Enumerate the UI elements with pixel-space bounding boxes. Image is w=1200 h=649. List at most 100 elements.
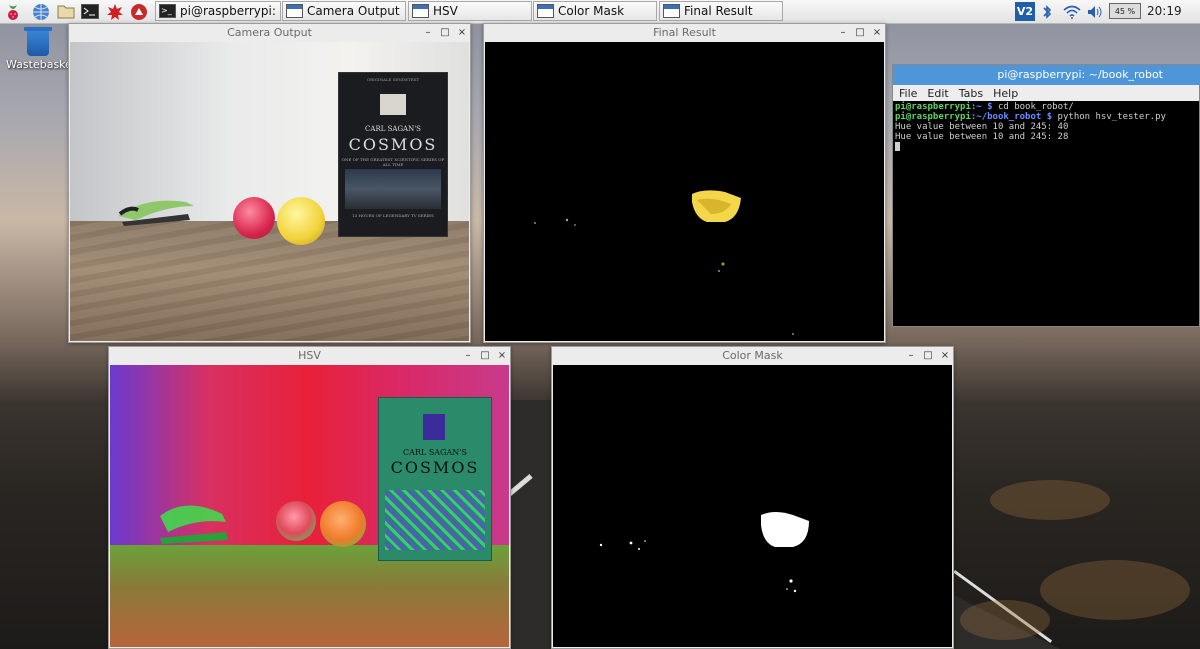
maximize-icon[interactable]: □ — [480, 347, 490, 365]
terminal-cursor-line — [895, 142, 1197, 152]
dvd-portrait — [380, 94, 406, 116]
cosmos-dvd: ORIGINALE SENDETEXT CARL SAGAN'S COSMOS … — [338, 72, 448, 237]
task-terminal[interactable]: >_ pi@raspberrypi: ~/bo... — [155, 1, 281, 21]
raspberry-menu-icon[interactable] — [3, 2, 23, 21]
close-icon[interactable]: × — [940, 347, 950, 365]
color-mask-image — [553, 365, 952, 647]
dvd-top-text: ORIGINALE SENDETEXT — [366, 77, 420, 82]
prompt-path: :~/book_robot $ — [970, 112, 1053, 122]
desktop-grass — [1040, 560, 1190, 620]
window-icon — [286, 4, 303, 18]
task-hsv[interactable]: HSV — [408, 1, 532, 21]
mathematica-icon[interactable] — [105, 2, 125, 21]
window-icon — [537, 4, 554, 18]
task-label: Final Result — [684, 4, 753, 18]
camera-image: ORIGINALE SENDETEXT CARL SAGAN'S COSMOS … — [70, 42, 469, 341]
wifi-icon[interactable] — [1062, 2, 1082, 21]
stapler — [116, 192, 206, 228]
task-label: Color Mask — [558, 4, 625, 18]
output-line: Hue value between 10 and 245: 40 — [895, 122, 1069, 132]
window-titlebar[interactable]: Final Result – □ × — [484, 24, 885, 42]
hsv-stapler — [156, 498, 236, 546]
menu-file[interactable]: File — [899, 87, 917, 100]
hsv-ball-right — [320, 501, 366, 547]
prompt-user: pi@raspberrypi — [895, 112, 971, 122]
dvd-title: COSMOS — [348, 135, 438, 154]
window-controls: – □ × — [463, 347, 507, 365]
hsv-window[interactable]: HSV – □ × CARL SAGAN'S COSMOS — [108, 346, 511, 649]
dvd-subtitle: ONE OF THE GREATEST SCIENTIFIC SERIES OF… — [341, 157, 445, 167]
desktop-wastebasket[interactable]: Wastebasket — [6, 27, 76, 71]
task-final-result[interactable]: Final Result — [659, 1, 783, 21]
desktop-icon-label: Wastebasket — [6, 58, 77, 71]
desktop-grass — [960, 600, 1050, 640]
color-mask-window[interactable]: Color Mask – □ × — [551, 346, 954, 649]
minimize-icon[interactable]: – — [463, 347, 473, 365]
maximize-icon[interactable]: □ — [440, 24, 450, 42]
hsv-dvd-noise — [385, 490, 485, 550]
menu-edit[interactable]: Edit — [927, 87, 948, 100]
camera-output-window[interactable]: Camera Output – □ × ORIGINALE SENDETEXT … — [68, 23, 471, 343]
output-line: Hue value between 10 and 245: 28 — [895, 132, 1069, 142]
terminal-titlebar[interactable]: pi@raspberrypi: ~/book_robot — [893, 65, 1199, 85]
prompt-path: :~ $ — [970, 102, 993, 112]
hsv-image: CARL SAGAN'S COSMOS — [110, 365, 509, 647]
window-title: HSV — [298, 349, 321, 362]
file-manager-icon[interactable] — [56, 2, 76, 21]
maximize-icon[interactable]: □ — [923, 347, 933, 365]
final-result-window[interactable]: Final Result – □ × — [483, 23, 886, 343]
bluetooth-icon[interactable] — [1040, 2, 1054, 21]
terminal-output[interactable]: pi@raspberrypi:~ $ cd book_robot/pi@rasp… — [893, 101, 1199, 326]
window-controls: – □ × — [906, 347, 950, 365]
command-text: python hsv_tester.py — [1052, 112, 1166, 122]
close-icon[interactable]: × — [497, 347, 507, 365]
task-label: pi@raspberrypi: ~/bo... — [180, 4, 280, 18]
volume-icon[interactable] — [1086, 2, 1104, 21]
close-icon[interactable]: × — [872, 24, 882, 42]
terminal-menubar: File Edit Tabs Help — [893, 85, 1199, 101]
window-titlebar[interactable]: Color Mask – □ × — [552, 347, 953, 365]
terminal-icon: >_ — [159, 4, 176, 18]
clock[interactable]: 20:19 — [1147, 4, 1182, 18]
close-icon[interactable]: × — [457, 24, 467, 42]
window-icon — [663, 4, 680, 18]
menu-tabs[interactable]: Tabs — [959, 87, 983, 100]
window-title: pi@raspberrypi: ~/book_robot — [997, 68, 1163, 81]
yellow-ball — [277, 197, 325, 245]
web-browser-icon[interactable] — [31, 2, 51, 21]
minimize-icon[interactable]: – — [906, 347, 916, 365]
task-color-mask[interactable]: Color Mask — [533, 1, 657, 21]
dvd-space-image — [345, 169, 441, 209]
window-controls: – □ × — [838, 24, 882, 42]
dvd-small-title: CARL SAGAN'S — [365, 125, 421, 133]
hsv-dvd-small-title: CARL SAGAN'S — [403, 448, 467, 457]
task-label: Camera Output — [307, 4, 400, 18]
vnc-icon[interactable]: V2 — [1015, 2, 1035, 21]
minimize-icon[interactable]: – — [423, 24, 433, 42]
camera-floor — [70, 221, 469, 341]
terminal-window[interactable]: pi@raspberrypi: ~/book_robot File Edit T… — [892, 64, 1200, 327]
color-mask-blobs — [599, 512, 809, 593]
window-titlebar[interactable]: Camera Output – □ × — [69, 24, 470, 42]
minimize-icon[interactable]: – — [838, 24, 848, 42]
red-ball — [233, 197, 275, 239]
task-label: HSV — [433, 4, 458, 18]
wastebasket-icon — [24, 27, 52, 56]
command-text: cd book_robot/ — [992, 102, 1074, 112]
desktop-grass — [990, 480, 1110, 520]
window-titlebar[interactable]: HSV – □ × — [109, 347, 510, 365]
menu-help[interactable]: Help — [993, 87, 1018, 100]
cpu-usage-indicator: 45 % — [1109, 3, 1141, 19]
terminal-line: pi@raspberrypi:~/book_robot $ python hsv… — [895, 112, 1197, 122]
hsv-dvd-title: COSMOS — [390, 458, 480, 477]
maximize-icon[interactable]: □ — [855, 24, 865, 42]
terminal-line: pi@raspberrypi:~ $ cd book_robot/ — [895, 102, 1197, 112]
dvd-bottom-text: 13 HOURS OF LEGENDARY TV SERIES — [352, 213, 434, 218]
window-controls: – □ × — [423, 24, 467, 42]
wolfram-icon[interactable] — [129, 2, 149, 21]
window-title: Final Result — [653, 26, 716, 39]
final-result-image — [485, 42, 884, 341]
terminal-icon[interactable] — [80, 2, 100, 21]
prompt-user: pi@raspberrypi — [895, 102, 971, 112]
task-camera-output[interactable]: Camera Output — [282, 1, 406, 21]
